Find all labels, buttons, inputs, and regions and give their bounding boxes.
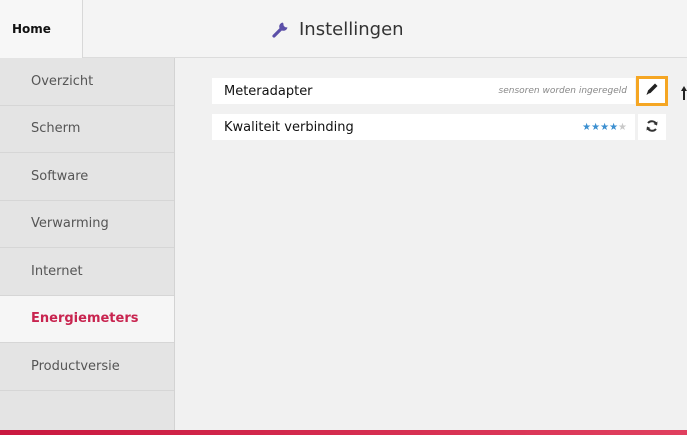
sidebar-item-label: Energiemeters — [31, 311, 139, 327]
setting-label: Meteradapter — [224, 83, 313, 99]
pointer-arrow-icon — [681, 85, 687, 101]
page-title: Instellingen — [271, 0, 404, 58]
setting-row-meteradapter: Meteradapter sensoren worden ingeregeld — [212, 78, 635, 104]
sidebar-item-overzicht[interactable]: Overzicht — [0, 58, 174, 106]
sidebar-item-verwarming[interactable]: Verwarming — [0, 201, 174, 248]
pencil-icon — [644, 81, 660, 101]
sidebar-item-label: Overzicht — [31, 73, 94, 89]
sidebar-item-label: Software — [31, 168, 89, 184]
sidebar-item-label: Productversie — [31, 358, 120, 374]
refresh-connection-button[interactable] — [638, 114, 666, 140]
connection-quality-rating: ★★★★★ — [582, 122, 627, 133]
edit-meteradapter-button[interactable] — [636, 76, 668, 106]
status-text: sensoren worden ingeregeld — [498, 86, 627, 96]
home-tab[interactable]: Home — [0, 0, 83, 58]
sidebar-item-label: Scherm — [31, 121, 81, 137]
star-icons-filled: ★★★★ — [582, 121, 619, 133]
page-title-text: Instellingen — [299, 18, 404, 40]
setting-row-kwaliteit-verbinding: Kwaliteit verbinding ★★★★★ — [212, 114, 635, 140]
bottom-accent-line — [0, 430, 687, 435]
sidebar-item-software[interactable]: Software — [0, 153, 174, 201]
refresh-icon — [645, 118, 659, 137]
wrench-icon — [271, 19, 291, 39]
sidebar-item-energiemeters[interactable]: Energiemeters — [0, 295, 174, 343]
top-bar: Home Instellingen — [0, 0, 687, 58]
settings-panel: Meteradapter sensoren worden ingeregeld … — [176, 58, 687, 430]
home-tab-label: Home — [12, 22, 51, 36]
sidebar-item-productversie[interactable]: Productversie — [0, 343, 174, 391]
sidebar-item-label: Verwarming — [31, 216, 109, 232]
sidebar-item-scherm[interactable]: Scherm — [0, 106, 174, 153]
sidebar-item-internet[interactable]: Internet — [0, 248, 174, 296]
sidebar-item-label: Internet — [31, 263, 83, 279]
setting-label: Kwaliteit verbinding — [224, 119, 354, 135]
sidebar: Overzicht Scherm Software Verwarming Int… — [0, 58, 175, 430]
star-icons-empty: ★ — [618, 121, 627, 133]
